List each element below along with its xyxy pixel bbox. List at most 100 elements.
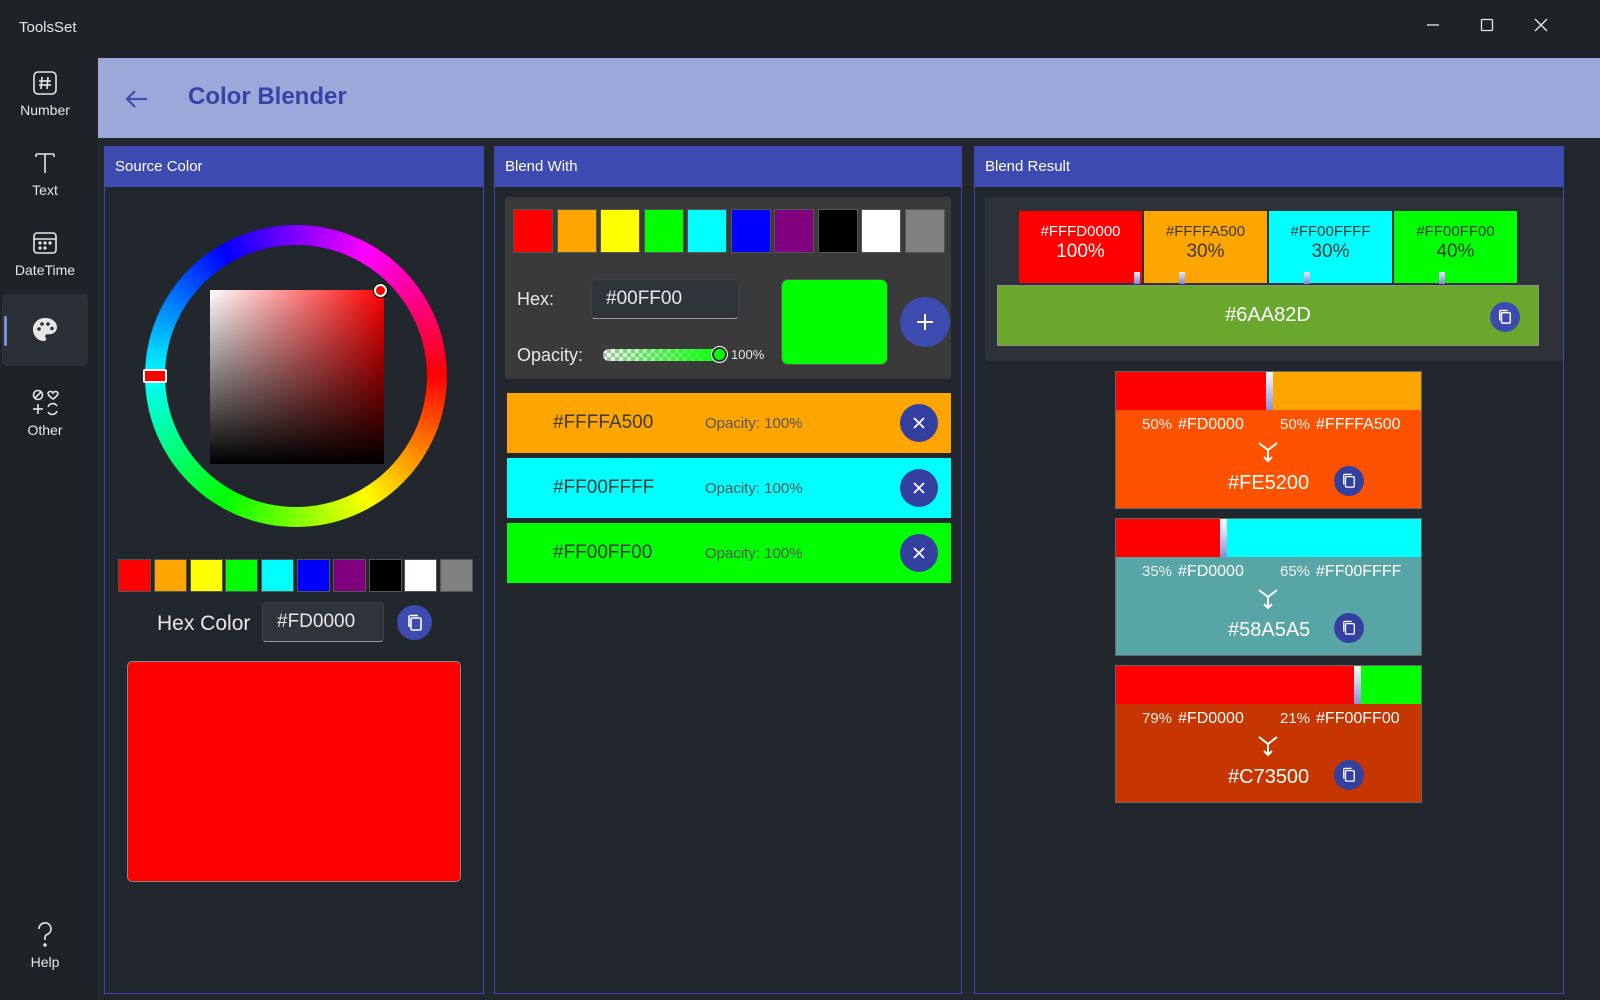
source-swatch[interactable] — [404, 559, 438, 592]
close-icon — [913, 547, 925, 559]
blend-swatch[interactable] — [643, 209, 684, 253]
maximize-button[interactable] — [1464, 8, 1510, 42]
blend-chip-hex: #FF00FFFF — [1290, 223, 1371, 240]
source-color-panel: Source Color Hex Color — [104, 146, 484, 994]
remove-blend-item-button[interactable] — [900, 534, 938, 572]
source-swatch[interactable] — [153, 559, 187, 592]
source-swatch[interactable] — [261, 559, 295, 592]
merge-arrow-icon — [1258, 442, 1278, 463]
hue-thumb[interactable] — [143, 369, 167, 383]
main-content: Color Blender Source Color Hex Color Ble… — [98, 58, 1600, 1000]
nav-label-text: Text — [32, 182, 58, 198]
source-swatch[interactable] — [440, 559, 474, 592]
blend-item-hex: #FF00FF00 — [553, 542, 653, 563]
nav-label-datetime: DateTime — [14, 262, 76, 278]
blend-result-hex: #6AA82D — [1225, 304, 1311, 326]
blend-color-preview — [781, 279, 888, 365]
nav-label-other: Other — [27, 422, 63, 438]
palette-icon — [33, 318, 57, 341]
saturation-value-square[interactable] — [210, 290, 384, 464]
mix-ratio-marker[interactable] — [1219, 519, 1227, 557]
mix-left-hex: #FD0000 — [1178, 416, 1244, 433]
blend-swatch[interactable] — [513, 209, 553, 253]
source-swatch[interactable] — [225, 559, 259, 592]
blend-swatch[interactable] — [817, 209, 858, 253]
blend-item: #FF00FF00 Opacity: 100% — [507, 523, 951, 583]
source-swatch[interactable] — [368, 559, 402, 592]
blend-chip: #FFFFA500 30% — [1144, 211, 1267, 284]
close-button[interactable] — [1518, 8, 1564, 42]
remove-blend-item-button[interactable] — [900, 404, 938, 442]
nav-item-datetime[interactable]: DateTime — [2, 216, 88, 290]
mix-right-color: 65% #FF00FFFF — [1280, 563, 1401, 581]
blend-swatch[interactable] — [904, 209, 945, 253]
active-indicator — [4, 316, 7, 346]
blend-swatch[interactable] — [687, 209, 727, 253]
blend-chip: #FF00FF00 40% — [1394, 211, 1517, 284]
opacity-slider[interactable] — [603, 349, 723, 361]
back-button[interactable] — [120, 82, 154, 116]
nav-item-help[interactable]: Help — [2, 908, 88, 982]
copy-hex-button[interactable] — [397, 605, 432, 640]
copy-result-button[interactable] — [1490, 302, 1520, 332]
mix-step-card: 79% #FD0000 21% #FF00FF00 #C73500 — [1115, 665, 1422, 803]
mix-left-percent: 35% — [1142, 563, 1173, 580]
copy-mix-result-button[interactable] — [1334, 466, 1364, 496]
nav-item-number[interactable]: Number — [2, 56, 88, 130]
blend-swatch[interactable] — [861, 209, 901, 253]
blend-chip-percent: 100% — [1056, 241, 1105, 262]
hex-color-input[interactable] — [262, 602, 384, 642]
blend-swatch[interactable] — [730, 209, 771, 253]
close-icon — [913, 417, 925, 429]
mix-ratio-marker[interactable] — [1265, 372, 1273, 410]
nav-item-text[interactable]: Text — [2, 136, 88, 210]
mix-right-color: 21% #FF00FF00 — [1280, 710, 1400, 728]
mix-ratio-marker[interactable] — [1353, 666, 1361, 704]
blend-with-editor: Hex: Opacity: 100% — [505, 197, 951, 379]
source-swatch[interactable] — [118, 559, 151, 592]
mix-step-card: 35% #FD0000 65% #FF00FFFF #58A5A5 — [1115, 518, 1422, 656]
copy-icon — [1343, 473, 1355, 488]
nav-item-other[interactable]: Other — [2, 374, 88, 448]
add-blend-color-button[interactable] — [900, 297, 950, 347]
minimize-button[interactable] — [1410, 8, 1456, 42]
source-swatch[interactable] — [189, 559, 223, 592]
blend-item-hex: #FFFFA500 — [553, 412, 654, 433]
opacity-label: Opacity: — [517, 345, 584, 365]
copy-mix-result-button[interactable] — [1334, 760, 1364, 790]
blend-item-opacity: Opacity: 100% — [705, 545, 803, 562]
nav-item-color[interactable] — [2, 294, 88, 366]
blend-result-bar: #6AA82D — [997, 285, 1539, 346]
blend-hex-input[interactable] — [591, 279, 739, 319]
copy-icon — [1343, 767, 1355, 782]
blend-chip-marker — [1439, 272, 1445, 284]
mix-ratio-bar — [1116, 666, 1421, 704]
merge-icon — [1256, 587, 1280, 616]
remove-blend-item-button[interactable] — [900, 469, 938, 507]
hex-label: Hex: — [517, 289, 555, 309]
blend-chip-hex: #FFFFA500 — [1165, 223, 1246, 240]
source-swatch[interactable] — [297, 559, 330, 592]
copy-mix-result-button[interactable] — [1334, 613, 1364, 643]
blend-swatch[interactable] — [600, 209, 640, 253]
arrow-left-icon — [125, 90, 147, 108]
close-icon — [913, 482, 925, 494]
opacity-slider-thumb[interactable] — [712, 347, 727, 362]
maximize-icon — [1480, 18, 1494, 32]
blend-swatch[interactable] — [774, 209, 814, 253]
blend-item: #FF00FFFF Opacity: 100% — [507, 458, 951, 518]
mix-right-percent: 50% — [1280, 416, 1311, 433]
page-header: Color Blender — [98, 58, 1600, 138]
mix-step-card: 50% #FD0000 50% #FFFFA500 #FE5200 — [1115, 371, 1422, 509]
source-swatch[interactable] — [332, 559, 366, 592]
mix-right-percent: 21% — [1280, 710, 1311, 727]
blend-chip-percent: 30% — [1186, 241, 1225, 262]
blend-chip-hex: #FF00FF00 — [1416, 223, 1495, 240]
blend-item: #FFFFA500 Opacity: 100% — [507, 393, 951, 453]
saturation-value-thumb[interactable] — [374, 284, 387, 297]
blend-swatch[interactable] — [556, 209, 597, 253]
merge-icon — [1256, 440, 1280, 469]
hex-color-label: Hex Color — [157, 612, 251, 635]
mix-left-hex: #FD0000 — [1178, 563, 1244, 580]
blend-with-panel: Blend With Hex: Opacity: 100% #FFFFA500 O… — [494, 146, 962, 994]
